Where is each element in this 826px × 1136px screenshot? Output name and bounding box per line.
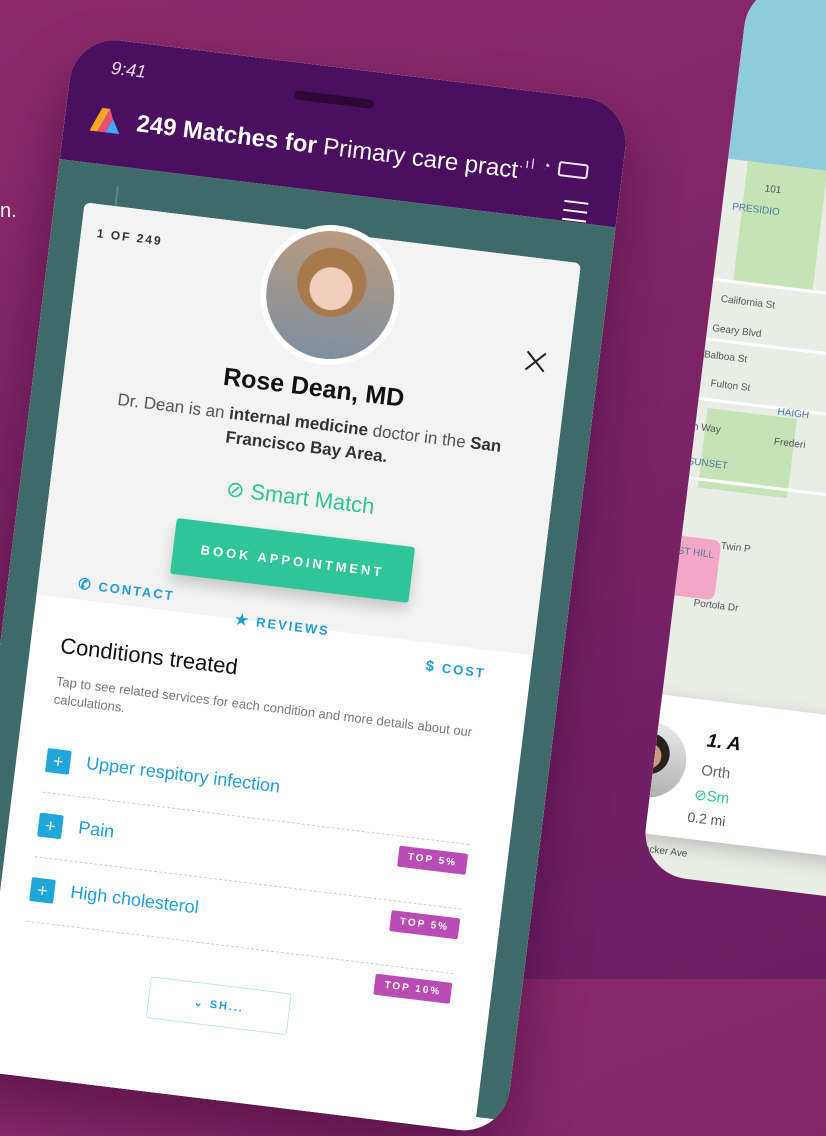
- doctor-card-summary: 1 OF 249 Rose Dean, MD Dr. Dean is an in…: [36, 202, 581, 681]
- plus-icon[interactable]: +: [37, 812, 64, 840]
- desc-text: Dr. Dean is an: [116, 389, 226, 422]
- show-more-label: SH...: [209, 998, 245, 1015]
- map-label: Twin P: [720, 540, 752, 556]
- result-counter: 1 OF 249: [96, 226, 164, 249]
- contact-link[interactable]: ✆ CONTACT: [77, 575, 176, 605]
- results-title: 249 Matches for Primary care pract: [135, 110, 520, 185]
- conditions-title: Conditions treated: [58, 632, 240, 680]
- doctor-result-card[interactable]: 1. A Orth ⊘Sm 0.2 mi: [640, 687, 826, 867]
- map-label: Geary Blvd: [711, 323, 763, 340]
- doctor-avatar: [252, 217, 409, 374]
- cost-link[interactable]: $ COST: [425, 658, 487, 682]
- map-label: California St: [720, 293, 776, 312]
- plus-icon[interactable]: +: [44, 748, 72, 775]
- doctor-avatar: [640, 717, 691, 802]
- condition-label: High cholesterol: [69, 881, 200, 918]
- check-circle-icon: ⊘: [224, 475, 247, 503]
- map-phone: 101 PRESIDIO California St Geary Blvd Ba…: [640, 0, 826, 937]
- signal-icon: .ıl: [518, 154, 538, 173]
- map-label: Balboa St: [703, 349, 748, 366]
- phone-icon: ✆: [77, 575, 94, 595]
- reviews-link[interactable]: ★ REVIEWS: [234, 610, 331, 639]
- map-park: [733, 161, 826, 290]
- smart-match-label: Smart Match: [249, 478, 376, 519]
- close-icon[interactable]: [523, 349, 548, 374]
- reviews-label: REVIEWS: [255, 614, 331, 639]
- battery-icon: [557, 160, 590, 180]
- smart-match-badge: ⊘Sm: [693, 785, 730, 807]
- rank-badge: TOP 10%: [373, 973, 453, 1004]
- map-label: Crocker Ave: [640, 842, 688, 860]
- doctor-specialty: Orth: [700, 762, 732, 783]
- star-icon: ★: [233, 610, 252, 630]
- contact-label: CONTACT: [97, 579, 176, 604]
- condition-label: Pain: [77, 817, 116, 842]
- condition-label: Upper respitory infection: [85, 752, 282, 797]
- map-label: Portola Dr: [692, 597, 739, 615]
- dollar-icon: $: [424, 657, 438, 676]
- conditions-subtitle: Tap to see related services for each con…: [53, 673, 474, 740]
- main-phone: 9:41 .ıl ◔ 249 Matches for Primary care …: [0, 35, 631, 1136]
- phone-notch: [293, 90, 375, 109]
- status-time: 9:41: [110, 57, 148, 82]
- app-logo-icon: [89, 107, 120, 135]
- book-appointment-button[interactable]: BOOK APPOINTMENT: [170, 518, 416, 603]
- hamburger-menu-icon[interactable]: [562, 199, 589, 223]
- wifi-icon: ◔: [541, 156, 554, 175]
- doctor-distance: 0.2 mi: [686, 808, 727, 830]
- show-more-button[interactable]: ⌄ SH...: [145, 976, 292, 1036]
- map-road: [705, 337, 826, 404]
- results-count: 249 Matches for: [135, 110, 319, 160]
- search-query[interactable]: Primary care pract: [322, 133, 520, 184]
- map-label: Fulton St: [709, 378, 751, 395]
- edge-text-fragment: n.: [0, 200, 17, 222]
- status-icons: .ıl ◔: [518, 154, 590, 180]
- doctor-name: 1. A: [705, 730, 743, 756]
- map-label: 101: [763, 183, 782, 197]
- smart-match-label: Sm: [705, 787, 731, 808]
- plus-icon[interactable]: +: [29, 877, 56, 904]
- cost-label: COST: [441, 660, 487, 681]
- chevron-down-icon: ⌄: [192, 996, 211, 1011]
- map-area: [664, 534, 722, 601]
